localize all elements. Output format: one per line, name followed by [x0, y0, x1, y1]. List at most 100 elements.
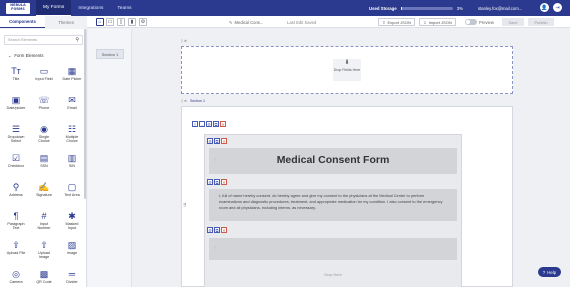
title-icon: Tт [11, 66, 21, 76]
qr-code-icon: ▩ [39, 269, 49, 279]
element-label: Multiple Choice [65, 135, 79, 144]
checkbox-icon: ☑ [11, 153, 21, 163]
element-label: Date/picker [6, 106, 26, 110]
search-icon[interactable]: ⚲ [75, 37, 79, 43]
row-delete-icon[interactable]: ✕ [221, 227, 227, 233]
element-ssn[interactable]: ▤ SSN [33, 152, 55, 168]
header-zone-label: ▯ ⊕ [181, 39, 187, 43]
title-block[interactable]: Medical Consent Form ⋮ [209, 148, 457, 174]
section-controls[interactable]: ▯ ⊕ Section 1 [181, 99, 205, 103]
storage-fill [400, 6, 403, 10]
element-qr-code[interactable]: ▩ QR Code [33, 268, 55, 284]
drag-dots-icon: ⋮ [213, 157, 217, 162]
tab-components[interactable]: Components [0, 16, 45, 28]
date-picker-icon: ▦ [67, 66, 77, 76]
autosave-status: Last Edit Saved [287, 19, 317, 25]
email-icon: ✉ [68, 95, 76, 105]
element-label: Masked Input [65, 222, 79, 231]
tab-themes[interactable]: Themes [45, 16, 87, 28]
import-json-button[interactable]: ⇩ Import JSON [419, 18, 456, 26]
consent-paragraph: I, full of name hereby consent, do hereb… [219, 193, 443, 210]
sidebar-scrollbar[interactable] [84, 29, 86, 199]
row-settings-icon[interactable]: ⚙ [207, 138, 213, 144]
element-email[interactable]: ✉ Email [61, 94, 83, 110]
element-masked-input[interactable]: ✱ Masked Input [61, 210, 83, 230]
element-label: Date Picker [62, 77, 82, 81]
element-title[interactable]: Tт Title [5, 65, 27, 81]
app-logo[interactable]: NEBULA FORMS [6, 2, 30, 14]
masked-input-icon: ✱ [68, 211, 76, 221]
delete-icon[interactable]: ✕ [220, 121, 226, 127]
input-number-icon: # [41, 211, 47, 221]
mobile-view-icon[interactable]: ▮ [128, 18, 136, 26]
element-signature[interactable]: ✍ Signature [33, 181, 55, 197]
element-multiple-choice[interactable]: ☷ Multiple Choice [61, 123, 83, 143]
nav-tab-my-forms[interactable]: My Forms [36, 0, 72, 16]
element-sin[interactable]: ▥ SIN [61, 152, 83, 168]
upload-image-icon: ⇧ [40, 240, 48, 250]
export-json-button[interactable]: ⇧ Export JSON [378, 18, 415, 26]
paragraph-block[interactable]: I, full of name hereby consent, do hereb… [209, 189, 457, 221]
element-date-picker[interactable]: ▣ Date/picker [5, 94, 27, 110]
element-address[interactable]: ⚲ Address [5, 181, 27, 197]
move-left-icon[interactable]: ↔ [199, 121, 205, 127]
empty-field-block[interactable]: ⋮ [209, 238, 457, 260]
element-date-picker[interactable]: ▦ Date Picker [61, 65, 83, 81]
element-image[interactable]: ▨ Image [61, 239, 83, 255]
logout-icon[interactable]: ⇥ [553, 3, 562, 12]
row-delete-icon[interactable]: ✕ [221, 179, 227, 185]
element-phone[interactable]: ☏ Phone [33, 94, 55, 110]
row-copy-icon[interactable]: ⧉ [214, 227, 220, 233]
element-dropdown-select[interactable]: ☰ Dropdown Select [5, 123, 27, 143]
section-1-box[interactable]: ▯ ↔ ⚙ ⧉ ✕ ⚙ ⧉ ✕ Medical Consent Form ⋮ ⚙… [181, 106, 513, 287]
row-delete-icon[interactable]: ✕ [221, 138, 227, 144]
nav-tab-teams[interactable]: Teams [110, 0, 138, 16]
layout-icon[interactable]: ▯ [192, 121, 198, 127]
header-dropzone[interactable]: ⬇ Drop Fields Here [181, 46, 513, 94]
copy-icon[interactable]: ⧉ [213, 121, 219, 127]
upload-file-icon: ⇪ [12, 240, 20, 250]
ssn-icon: ▤ [39, 153, 49, 163]
help-button[interactable]: ? Help [538, 267, 561, 277]
section-1-tab[interactable]: Section 1 [96, 49, 124, 59]
element-input-field[interactable]: ▭ Input Field [33, 65, 55, 81]
section-drag-handle-icon[interactable]: ⠿ [183, 203, 187, 209]
form-name[interactable]: ✎ Medical Cons... [229, 16, 263, 28]
row-copy-icon[interactable]: ⧉ [214, 138, 220, 144]
desktop-view-icon[interactable]: ▭ [106, 18, 114, 26]
storage-indicator: Used Storage 3% [369, 0, 463, 16]
form-elements-title: Form Elements [14, 53, 44, 58]
chevron-down-icon: ⌄ [8, 53, 12, 58]
element-paragraph-text[interactable]: ¶ Paragraph Text [5, 210, 27, 230]
element-text-area[interactable]: ▢ Text Area [61, 181, 83, 197]
help-label: Help [547, 269, 557, 275]
settings-icon[interactable]: ⚙ [139, 18, 147, 26]
element-single-choice[interactable]: ◉ Single Choice [33, 123, 55, 143]
nav-tab-integrations[interactable]: Integrations [71, 0, 110, 16]
element-divider[interactable]: ═ Divider [61, 268, 83, 284]
element-label: Input Field [35, 77, 53, 81]
element-upload-image[interactable]: ⇧ Upload Image [33, 239, 55, 259]
row-settings-icon[interactable]: ⚙ [207, 179, 213, 185]
dropdown-select-icon: ☰ [11, 124, 21, 134]
element-label: Dropdown Select [7, 135, 25, 144]
search-input[interactable]: Search Elements ⚲ [4, 35, 83, 45]
preview-toggle[interactable] [465, 19, 477, 25]
tablet-view-icon[interactable]: ▯ [117, 18, 125, 26]
sub-toolbar: Components Themes ⌂ ▭ ▯ ▮ ⚙ ✎ Medical Con… [0, 16, 570, 28]
publish-button[interactable]: Publish [528, 18, 554, 26]
row-copy-icon[interactable]: ⧉ [214, 179, 220, 185]
row-settings-icon[interactable]: ⚙ [207, 227, 213, 233]
sections-column: Section 1 [88, 29, 132, 287]
element-checkbox[interactable]: ☑ Checkbox [5, 152, 27, 168]
user-icon[interactable]: 👤 [540, 3, 549, 12]
form-elements-heading[interactable]: ⌄ Form Elements [8, 53, 44, 58]
home-icon[interactable]: ⌂ [96, 18, 104, 26]
element-input-number[interactable]: # Input Number [33, 210, 55, 230]
text-area-icon: ▢ [67, 182, 77, 192]
user-email[interactable]: stanley.fox@mail.com... [478, 0, 522, 16]
element-upload-file[interactable]: ⇪ Upload File [5, 239, 27, 255]
element-camera[interactable]: ◎ Camera [5, 268, 27, 284]
settings-icon[interactable]: ⚙ [206, 121, 212, 127]
save-button[interactable]: Save [502, 18, 524, 26]
